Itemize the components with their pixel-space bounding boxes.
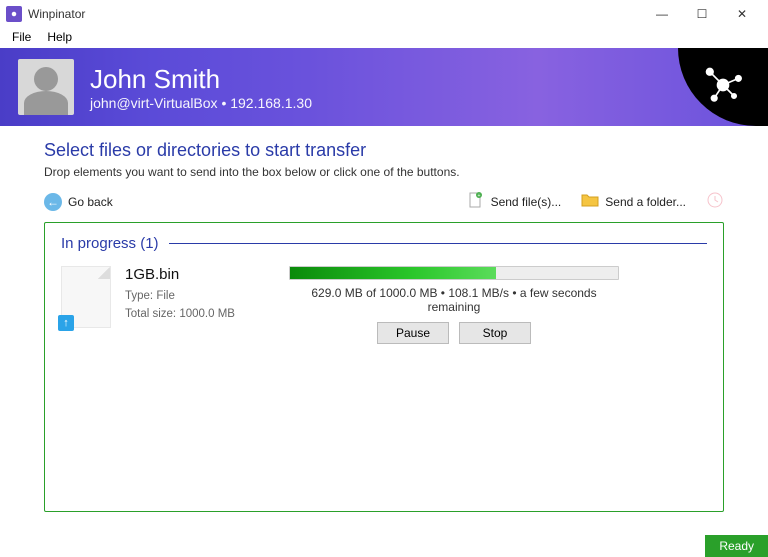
minimize-button[interactable]: —	[642, 0, 682, 28]
send-files-button[interactable]: + Send file(s)...	[467, 191, 562, 212]
panel-title-row: In progress (1)	[61, 235, 707, 252]
go-back-button[interactable]: ← Go back	[44, 193, 113, 211]
menu-file[interactable]: File	[4, 28, 39, 48]
file-icon: +	[467, 191, 485, 212]
file-meta: 1GB.bin Type: File Total size: 1000.0 MB	[125, 266, 275, 324]
pause-button[interactable]: Pause	[377, 322, 449, 344]
user-name: John Smith	[90, 64, 312, 95]
panel-title: In progress (1)	[61, 235, 159, 252]
panel-rule	[169, 243, 707, 244]
file-size-value: 1000.0 MB	[179, 308, 235, 320]
go-back-label: Go back	[68, 195, 113, 209]
progress-area: 629.0 MB of 1000.0 MB • 108.1 MB/s • a f…	[289, 266, 707, 344]
app-icon	[6, 6, 22, 22]
folder-icon	[581, 192, 599, 211]
file-type-label: Type:	[125, 290, 153, 302]
file-name: 1GB.bin	[125, 266, 275, 283]
menu-help[interactable]: Help	[39, 28, 80, 48]
maximize-button[interactable]: ☐	[682, 0, 722, 28]
progress-fill	[290, 267, 496, 279]
network-icon	[701, 63, 745, 112]
file-type-value: File	[156, 290, 175, 302]
transfer-panel: In progress (1) ↑ 1GB.bin Type: File Tot…	[44, 222, 724, 512]
window-controls: — ☐ ✕	[642, 0, 762, 28]
send-folder-label: Send a folder...	[605, 195, 686, 209]
close-button[interactable]: ✕	[722, 0, 762, 28]
file-type-line: Type: File	[125, 287, 275, 305]
status-ready: Ready	[705, 535, 768, 557]
menubar: File Help	[0, 28, 768, 48]
progress-bar	[289, 266, 619, 280]
user-info: John Smith john@virt-VirtualBox • 192.16…	[90, 64, 312, 111]
button-row: Pause Stop	[289, 322, 619, 344]
content: Select files or directories to start tra…	[0, 126, 768, 512]
file-size-label: Total size:	[125, 308, 176, 320]
send-folder-button[interactable]: Send a folder...	[581, 192, 686, 211]
user-identity: john@virt-VirtualBox • 192.168.1.30	[90, 95, 312, 111]
history-icon[interactable]	[706, 191, 724, 212]
stop-button[interactable]: Stop	[459, 322, 531, 344]
file-thumbnail: ↑	[61, 266, 111, 328]
page-subheading: Drop elements you want to send into the …	[44, 165, 724, 179]
file-size-line: Total size: 1000.0 MB	[125, 305, 275, 323]
action-row: ← Go back + Send file(s)... Send a folde…	[44, 191, 724, 212]
page-heading: Select files or directories to start tra…	[44, 140, 724, 161]
window-title: Winpinator	[28, 7, 642, 21]
transfer-item: ↑ 1GB.bin Type: File Total size: 1000.0 …	[61, 266, 707, 344]
svg-text:+: +	[477, 193, 480, 199]
progress-text: 629.0 MB of 1000.0 MB • 108.1 MB/s • a f…	[289, 286, 619, 314]
avatar	[18, 59, 74, 115]
upload-badge-icon: ↑	[58, 315, 74, 331]
arrow-left-icon: ←	[44, 193, 62, 211]
user-header: John Smith john@virt-VirtualBox • 192.16…	[0, 48, 768, 126]
statusbar: Ready	[0, 535, 768, 557]
network-badge	[678, 48, 768, 126]
titlebar: Winpinator — ☐ ✕	[0, 0, 768, 28]
send-files-label: Send file(s)...	[491, 195, 562, 209]
